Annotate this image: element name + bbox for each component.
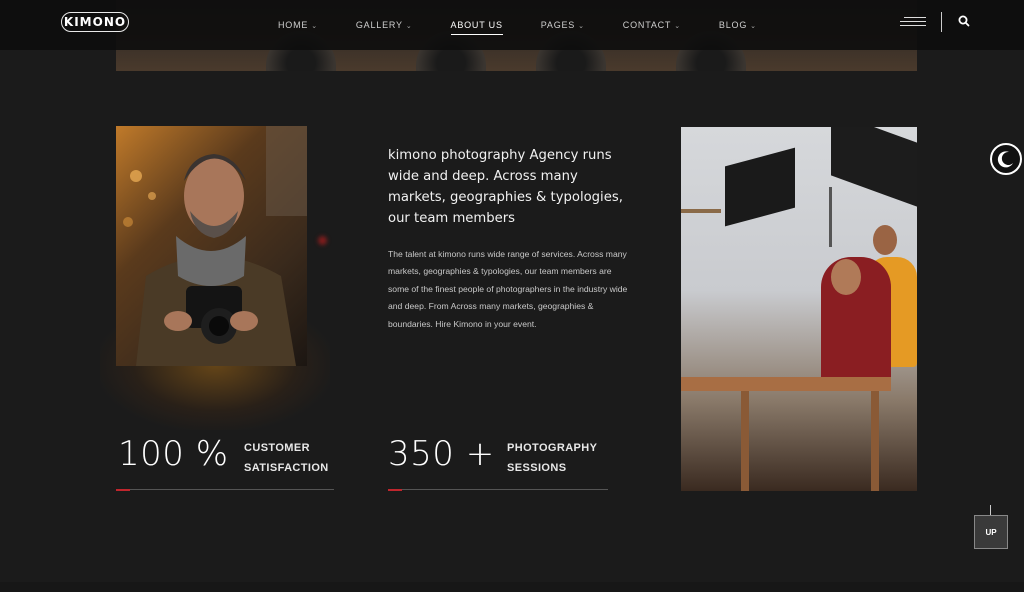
stat-number: 350 + bbox=[388, 434, 495, 474]
stat-label: PHOTOGRAPHY SESSIONS bbox=[507, 438, 597, 478]
menu-icon[interactable] bbox=[900, 17, 926, 27]
nav-item-contact[interactable]: CONTACT ⌄ bbox=[623, 20, 681, 30]
nav-item-about-us[interactable]: ABOUT US bbox=[450, 20, 504, 35]
shelf-shape bbox=[681, 209, 721, 213]
main-nav: HOME ⌄ GALLERY ⌄ ABOUT US PAGES ⌄ CONTACT ⌄ … bbox=[278, 0, 795, 50]
chevron-down-icon: ⌄ bbox=[674, 23, 681, 30]
chevron-down-icon: ⌄ bbox=[578, 23, 585, 30]
stat-label-line: SATISFACTION bbox=[244, 462, 329, 474]
theme-toggle-button[interactable] bbox=[990, 143, 1022, 175]
nav-item-home[interactable]: HOME ⌄ bbox=[278, 20, 318, 30]
nav-item-gallery[interactable]: GALLERY ⌄ bbox=[356, 20, 413, 30]
stat-label-line: SESSIONS bbox=[507, 462, 567, 474]
desk-shape bbox=[681, 377, 891, 391]
stat-underline bbox=[116, 488, 334, 491]
nav-item-blog[interactable]: BLOG ⌄ bbox=[719, 20, 757, 30]
nav-item-pages[interactable]: PAGES ⌄ bbox=[541, 20, 585, 30]
nav-label: ABOUT US bbox=[450, 20, 503, 30]
search-icon[interactable] bbox=[957, 14, 971, 28]
photographer-portrait-image bbox=[116, 126, 307, 366]
desk-leg-shape bbox=[871, 391, 879, 491]
person-head-shape bbox=[831, 259, 861, 295]
stat-customer-satisfaction: 100 % CUSTOMER SATISFACTION bbox=[116, 434, 335, 494]
nav-label: GALLERY bbox=[355, 20, 403, 30]
desk-leg-shape bbox=[741, 391, 749, 491]
light-stand-shape bbox=[829, 187, 832, 247]
stat-label: CUSTOMER SATISFACTION bbox=[244, 438, 329, 478]
site-logo[interactable]: KIMONO bbox=[61, 12, 129, 32]
decorative-red-dot bbox=[318, 236, 327, 245]
softbox-shape bbox=[831, 127, 917, 207]
site-header: KIMONO HOME ⌄ GALLERY ⌄ ABOUT US PAGES ⌄ CO… bbox=[0, 0, 1024, 50]
chevron-down-icon: ⌄ bbox=[311, 23, 318, 30]
nav-label: CONTACT bbox=[622, 20, 672, 30]
softbox-shape bbox=[725, 147, 795, 227]
footer-band bbox=[0, 582, 1024, 592]
stat-label-line: CUSTOMER bbox=[244, 442, 310, 454]
person-head-shape bbox=[873, 225, 897, 255]
chevron-down-icon: ⌄ bbox=[750, 23, 757, 30]
nav-label: HOME bbox=[278, 20, 309, 30]
nav-label: PAGES bbox=[540, 20, 576, 30]
nav-label: BLOG bbox=[718, 20, 748, 30]
studio-scene-image bbox=[681, 127, 917, 491]
about-body-text: The talent at kimono runs wide range of … bbox=[388, 249, 628, 329]
stat-number: 100 % bbox=[118, 434, 229, 474]
stat-underline bbox=[388, 488, 608, 491]
about-headline: kimono photography Agency runs wide and … bbox=[388, 148, 623, 226]
portrait-illustration bbox=[123, 126, 307, 366]
chevron-down-icon: ⌄ bbox=[405, 23, 413, 30]
scroll-up-button[interactable]: UP bbox=[974, 515, 1008, 549]
header-divider bbox=[941, 12, 942, 32]
moon-icon bbox=[997, 151, 1013, 168]
stat-photography-sessions: 350 + PHOTOGRAPHY SESSIONS bbox=[388, 434, 610, 494]
stat-label-line: PHOTOGRAPHY bbox=[507, 442, 598, 454]
